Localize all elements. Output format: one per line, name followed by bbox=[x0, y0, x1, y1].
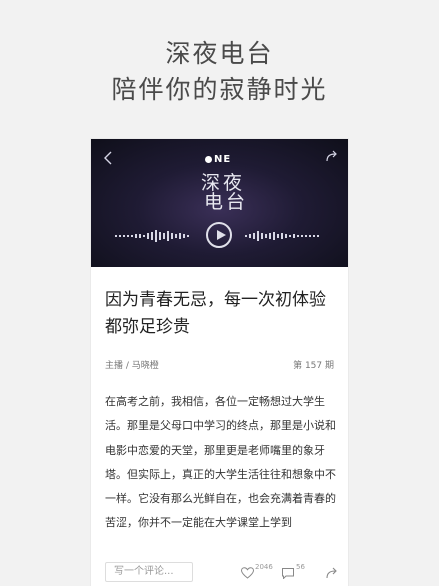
heart-icon[interactable] bbox=[241, 567, 254, 579]
article-body: 在高考之前，我相信，各位一定畅想过大学生活。那里是父母口中学习的终点，那里是小说… bbox=[105, 395, 336, 530]
comment-input[interactable]: 写一个评论... bbox=[105, 562, 193, 582]
comment-count: 56 bbox=[296, 563, 305, 571]
share-icon[interactable] bbox=[326, 150, 338, 166]
back-chevron-icon[interactable] bbox=[103, 151, 112, 169]
play-icon bbox=[217, 230, 226, 240]
logo-line-2: 电台 bbox=[204, 191, 249, 213]
play-button[interactable] bbox=[206, 222, 232, 248]
brand-text: NE bbox=[214, 154, 232, 165]
comment-bubble-icon[interactable] bbox=[282, 568, 294, 579]
hero-header: 深夜电台 陪伴你的寂静时光 bbox=[0, 0, 439, 110]
radio-card: NE 深夜 电台 因为青春无忌，每一次初体验都弥足珍贵 主播 / 马晓橙 第 1… bbox=[91, 139, 348, 586]
brand-logo: NE bbox=[205, 154, 231, 165]
waveform-right-icon bbox=[245, 231, 319, 241]
hero-subtitle: 陪伴你的寂静时光 bbox=[111, 75, 328, 104]
radio-banner: NE 深夜 电台 bbox=[91, 139, 348, 267]
share-bottom-icon[interactable] bbox=[326, 567, 338, 579]
bottom-action-bar: 写一个评论... 2046 56 bbox=[91, 562, 348, 586]
like-count: 2046 bbox=[255, 563, 273, 571]
brand-dot-icon bbox=[205, 156, 212, 163]
hero-title: 深夜电台 bbox=[165, 39, 274, 68]
host-label: 主播 / 马晓橙 bbox=[105, 361, 159, 371]
article-title: 因为青春无忌，每一次初体验都弥足珍贵 bbox=[105, 290, 326, 337]
waveform-left-icon bbox=[115, 230, 189, 242]
issue-number: 第 157 期 bbox=[293, 361, 334, 371]
